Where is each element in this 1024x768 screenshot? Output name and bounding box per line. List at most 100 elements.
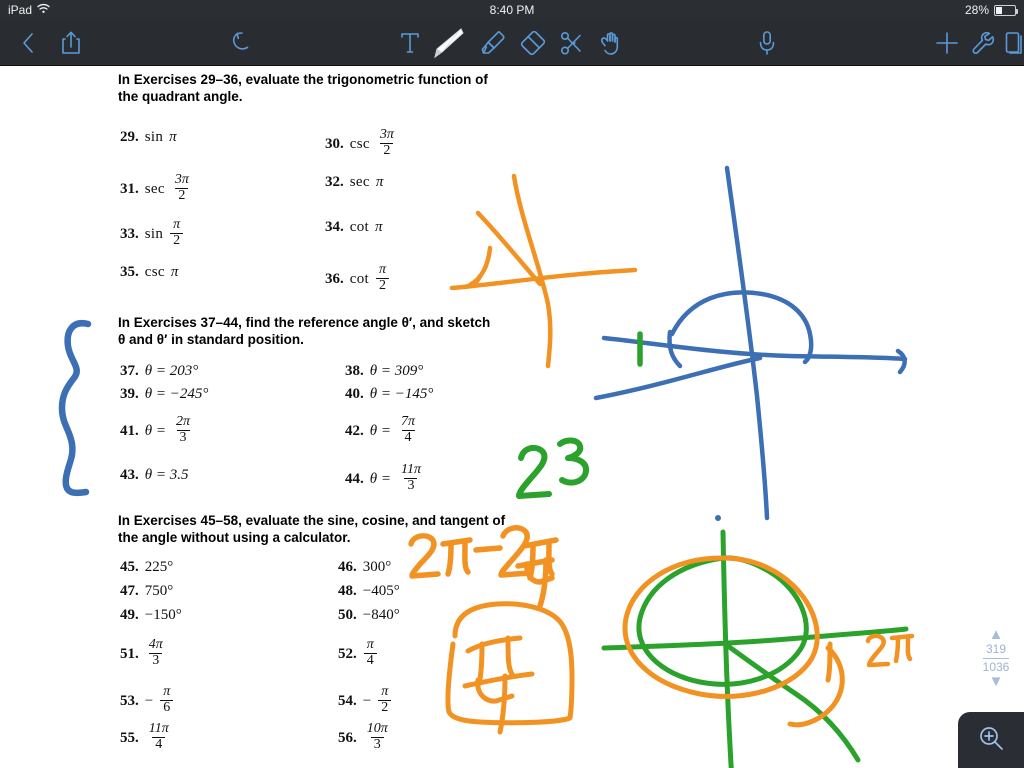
page-divider: [983, 658, 1009, 659]
problem-expression: θ = −245°: [144, 386, 209, 402]
problem-number: 43.: [120, 467, 139, 483]
problem-number: 46.: [338, 559, 357, 575]
problem-38: 38. θ = 309°: [345, 363, 423, 380]
fraction: 2π 3: [176, 414, 191, 445]
problem-expression: θ =: [144, 422, 166, 439]
highlighter-tool[interactable]: [476, 26, 510, 60]
page-indicator[interactable]: ▲ 319 1036 ▼: [974, 627, 1018, 689]
page-down-button[interactable]: ▼: [974, 674, 1018, 689]
problem-number: 36.: [325, 270, 344, 287]
instruction-block-45-58: In Exercises 45–58, evaluate the sine, c…: [118, 512, 518, 546]
problem-40: 40. θ = −145°: [345, 386, 433, 403]
problem-35: 35. csc π: [120, 264, 178, 281]
fraction: π 6: [160, 684, 174, 715]
problem-55: 55. 11π 4: [120, 721, 173, 753]
problem-36: 36. cot π 2: [325, 262, 390, 294]
problem-48: 48. −405°: [338, 583, 400, 600]
hand-tool[interactable]: [594, 26, 628, 60]
problem-arg: π: [374, 219, 383, 235]
instruction-line-2: the angle without using a calculator.: [118, 530, 351, 545]
pen-tool[interactable]: [430, 26, 464, 60]
fraction: 11π 4: [148, 721, 169, 752]
problem-number: 31.: [120, 180, 139, 197]
share-button[interactable]: [54, 26, 88, 60]
fraction: π 4: [363, 637, 377, 668]
problem-49: 49. −150°: [120, 607, 182, 624]
problem-number: 48.: [338, 583, 357, 599]
problem-number: 40.: [345, 386, 364, 402]
instruction-block-37-44: In Exercises 37–44, find the reference a…: [118, 314, 518, 348]
problem-arg: π: [375, 174, 384, 190]
problem-expression: 750°: [144, 583, 174, 599]
problem-43: 43. θ = 3.5: [120, 467, 189, 484]
settings-button[interactable]: [965, 26, 999, 60]
zoom-in-button[interactable]: [958, 712, 1024, 768]
problem-number: 35.: [120, 264, 139, 280]
instruction-line-2: the quadrant angle.: [118, 89, 243, 104]
problem-31: 31. sec 3π 2: [120, 172, 193, 204]
problem-42: 42. θ = 7π 4: [345, 414, 419, 446]
app-root: iPad 8:40 PM 28% In Exercises 29–36, eva…: [0, 0, 1024, 768]
current-page: 319: [985, 642, 1007, 656]
problem-33: 33. sin π 2: [120, 217, 184, 249]
problem-39: 39. θ = −245°: [120, 386, 208, 403]
problem-expression: θ = −145°: [369, 386, 434, 402]
problem-expression: −150°: [144, 607, 182, 623]
problem-52: 52. π 4: [338, 637, 378, 669]
scissors-tool[interactable]: [555, 26, 589, 60]
problem-function: csc: [349, 135, 370, 152]
back-button[interactable]: [12, 26, 46, 60]
problem-46: 46. 300°: [338, 559, 391, 576]
problem-32: 32. sec π: [325, 174, 383, 191]
problem-number: 49.: [120, 607, 139, 623]
problem-56: 56. 10π 3: [338, 721, 392, 753]
instruction-line-1: In Exercises 45–58, evaluate the sine, c…: [118, 513, 506, 528]
eraser-tool[interactable]: [516, 26, 550, 60]
fraction: 4π 3: [148, 637, 163, 668]
undo-button[interactable]: [225, 26, 259, 60]
problem-53: 53. − π 6: [120, 684, 174, 716]
problem-54: 54. − π 2: [338, 684, 392, 716]
fraction: π 2: [170, 217, 184, 248]
app-toolbar: [0, 20, 1024, 66]
problem-number: 42.: [345, 422, 364, 439]
problem-number: 39.: [120, 386, 139, 402]
fraction: 3π 2: [379, 127, 394, 158]
fraction: 7π 4: [401, 414, 416, 445]
problem-expression: θ = 3.5: [144, 467, 189, 483]
problem-number: 56.: [338, 729, 357, 746]
problem-number: 50.: [338, 607, 357, 623]
instruction-line-1: In Exercises 37–44, find the reference a…: [118, 315, 491, 330]
problem-sign: −: [362, 692, 372, 709]
problem-function: sin: [144, 225, 164, 242]
fraction: π 2: [378, 684, 392, 715]
problem-number: 41.: [120, 422, 139, 439]
problem-function: csc: [144, 264, 165, 280]
microphone-button[interactable]: [750, 26, 784, 60]
pages-button[interactable]: [998, 26, 1024, 60]
problem-number: 44.: [345, 470, 364, 487]
fraction: π 2: [375, 262, 389, 293]
problem-arg: π: [170, 264, 179, 280]
problem-expression: θ = 309°: [369, 363, 424, 379]
add-button[interactable]: [930, 26, 964, 60]
battery-percent: 28%: [964, 3, 989, 17]
problem-expression: θ =: [369, 422, 391, 439]
fraction: 10π 3: [366, 721, 388, 752]
page-up-button[interactable]: ▲: [974, 627, 1018, 642]
problem-51: 51. 4π 3: [120, 637, 167, 669]
problem-function: sec: [349, 174, 370, 190]
problem-expression: −405°: [362, 583, 400, 599]
problem-function: sec: [144, 180, 165, 197]
problem-44: 44. θ = 11π 3: [345, 462, 425, 494]
problem-number: 47.: [120, 583, 139, 599]
problem-30: 30. csc 3π 2: [325, 127, 398, 159]
problem-number: 37.: [120, 363, 139, 379]
problem-expression: θ = 203°: [144, 363, 199, 379]
problem-number: 45.: [120, 559, 139, 575]
problem-47: 47. 750°: [120, 583, 173, 600]
document-page[interactable]: In Exercises 29–36, evaluate the trigono…: [0, 66, 1024, 768]
text-tool[interactable]: [393, 26, 427, 60]
problem-function: cot: [349, 219, 369, 235]
magnifier-plus-icon: [977, 724, 1005, 757]
